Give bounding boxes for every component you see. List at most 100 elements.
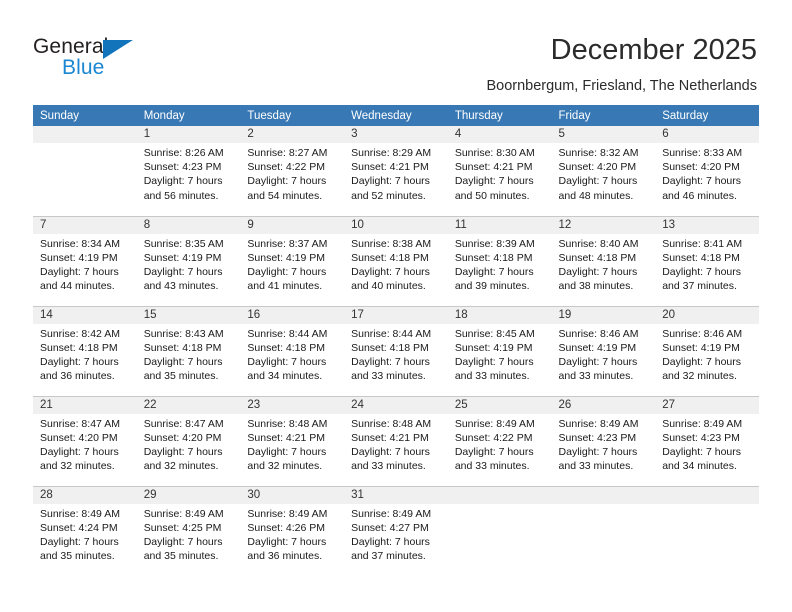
day-number: 15 — [136, 306, 241, 324]
day-cell-inner[interactable]: 9 Sunrise: 8:37 AM Sunset: 4:19 PM Daylight… — [240, 216, 345, 306]
sunrise-line: Sunrise: 8:44 AM — [351, 327, 432, 340]
daylight-line-1: Daylight: 7 hours — [247, 445, 327, 458]
day-cell-inner[interactable] — [655, 486, 759, 576]
daylight-line-1: Daylight: 7 hours — [247, 355, 327, 368]
sunset-line: Sunset: 4:19 PM — [40, 251, 118, 264]
general-blue-logo[interactable]: General Blue — [33, 35, 183, 85]
sunrise-line: Sunrise: 8:44 AM — [247, 327, 328, 340]
day-cell-inner[interactable]: 17 Sunrise: 8:44 AM Sunset: 4:18 PM Dayligh… — [344, 306, 448, 396]
sunset-line: Sunset: 4:23 PM — [558, 431, 637, 444]
sunrise-line: Sunrise: 8:33 AM — [662, 147, 743, 159]
sunrise-line: Sunrise: 8:47 AM — [143, 417, 224, 430]
day-number: 29 — [136, 486, 241, 504]
daylight-line-2: and 44 minutes. — [40, 280, 115, 293]
daylight-line-1: Daylight: 7 hours — [662, 445, 742, 458]
daylight-line-1: Daylight: 7 hours — [351, 175, 430, 188]
day-cell-inner[interactable] — [33, 126, 137, 215]
day-cell-inner[interactable]: 23 Sunrise: 8:48 AM Sunset: 4:21 PM Dayligh… — [240, 396, 345, 486]
sunset-line: Sunset: 4:22 PM — [454, 431, 533, 444]
day-details: Sunrise: 8:47 AM Sunset: 4:20 PM Daylight:… — [33, 414, 137, 474]
day-cell-inner[interactable]: 20 Sunrise: 8:46 AM Sunset: 4:19 PM Dayligh… — [655, 306, 759, 396]
day-cell-inner[interactable]: 14 Sunrise: 8:42 AM Sunset: 4:18 PM Dayligh… — [33, 306, 137, 396]
day-cell-inner[interactable] — [551, 486, 656, 576]
sunrise-line: Sunrise: 8:46 AM — [662, 327, 743, 340]
day-cell-inner[interactable]: 21 Sunrise: 8:47 AM Sunset: 4:20 PM Dayligh… — [33, 396, 137, 486]
daylight-line-2: and 34 minutes. — [662, 460, 737, 473]
day-cell-inner[interactable]: 12 Sunrise: 8:40 AM Sunset: 4:18 PM Dayligh… — [551, 216, 656, 306]
day-details: Sunrise: 8:48 AM Sunset: 4:21 PM Daylight:… — [344, 414, 448, 474]
day-cell: 18 Sunrise: 8:45 AM Sunset: 4:19 PM Dayligh… — [447, 306, 552, 397]
day-cell-inner[interactable]: 4 Sunrise: 8:30 AM Sunset: 4:21 PM Daylight… — [447, 126, 552, 215]
day-cell-inner[interactable]: 24 Sunrise: 8:48 AM Sunset: 4:21 PM Dayligh… — [344, 396, 448, 486]
daylight-line-2: and 36 minutes. — [247, 550, 323, 563]
daylight-line-2: and 33 minutes. — [351, 370, 426, 383]
day-cell-inner[interactable]: 6 Sunrise: 8:33 AM Sunset: 4:20 PM Daylight… — [655, 126, 759, 215]
daylight-line-2: and 52 minutes. — [351, 189, 426, 202]
daylight-line-2: and 36 minutes. — [40, 370, 115, 383]
day-cell-inner[interactable]: 26 Sunrise: 8:49 AM Sunset: 4:23 PM Dayligh… — [551, 396, 656, 486]
day-cell: 26 Sunrise: 8:49 AM Sunset: 4:23 PM Dayligh… — [551, 396, 656, 487]
day-cell-inner[interactable]: 16 Sunrise: 8:44 AM Sunset: 4:18 PM Dayligh… — [240, 306, 345, 396]
day-cell-inner[interactable]: 19 Sunrise: 8:46 AM Sunset: 4:19 PM Dayligh… — [551, 306, 656, 396]
sunset-line: Sunset: 4:27 PM — [351, 521, 429, 534]
sunrise-line: Sunrise: 8:43 AM — [143, 327, 224, 340]
day-cell-inner[interactable]: 28 Sunrise: 8:49 AM Sunset: 4:24 PM Dayligh… — [33, 486, 137, 576]
daylight-line-2: and 46 minutes. — [662, 189, 737, 202]
day-cell-inner[interactable]: 27 Sunrise: 8:49 AM Sunset: 4:23 PM Dayligh… — [655, 396, 759, 486]
day-cell-inner[interactable] — [447, 486, 552, 576]
calendar-week-row: 28 Sunrise: 8:49 AM Sunset: 4:24 PM Dayligh… — [33, 486, 759, 576]
calendar-page: General Blue December 2025 Boornbergum, … — [0, 0, 792, 612]
sunrise-sunset-calendar: Sunday Monday Tuesday Wednesday Thursday… — [33, 105, 759, 576]
daylight-line-2: and 38 minutes. — [558, 280, 634, 293]
day-cell-inner[interactable]: 7 Sunrise: 8:34 AM Sunset: 4:19 PM Daylight… — [33, 216, 137, 306]
day-cell-inner[interactable]: 22 Sunrise: 8:47 AM Sunset: 4:20 PM Dayligh… — [136, 396, 241, 486]
day-cell-inner[interactable]: 2 Sunrise: 8:27 AM Sunset: 4:22 PM Daylight… — [240, 126, 345, 215]
daylight-line-1: Daylight: 7 hours — [143, 535, 223, 548]
day-number: 1 — [136, 126, 241, 143]
calendar-week-row: 7 Sunrise: 8:34 AM Sunset: 4:19 PM Daylight… — [33, 216, 759, 307]
sunrise-line: Sunrise: 8:46 AM — [558, 327, 639, 340]
day-details: Sunrise: 8:49 AM Sunset: 4:27 PM Daylight:… — [344, 504, 448, 564]
day-cell-inner[interactable]: 11 Sunrise: 8:39 AM Sunset: 4:18 PM Dayligh… — [447, 216, 552, 306]
daylight-line-2: and 33 minutes. — [351, 460, 426, 473]
page-header: General Blue December 2025 Boornbergum, … — [0, 0, 792, 100]
daylight-line-1: Daylight: 7 hours — [40, 535, 119, 548]
day-cell-inner[interactable]: 30 Sunrise: 8:49 AM Sunset: 4:26 PM Dayligh… — [240, 486, 345, 576]
daylight-line-1: Daylight: 7 hours — [351, 265, 430, 278]
day-number: 12 — [551, 216, 656, 234]
daylight-line-2: and 34 minutes. — [247, 370, 323, 383]
daylight-line-1: Daylight: 7 hours — [454, 445, 534, 458]
day-cell: 3 Sunrise: 8:29 AM Sunset: 4:21 PM Daylight… — [344, 126, 448, 217]
day-cell-inner[interactable]: 31 Sunrise: 8:49 AM Sunset: 4:27 PM Dayligh… — [344, 486, 448, 576]
day-cell-inner[interactable]: 1 Sunrise: 8:26 AM Sunset: 4:23 PM Daylight… — [136, 126, 241, 215]
day-cell-inner[interactable]: 8 Sunrise: 8:35 AM Sunset: 4:19 PM Daylight… — [136, 216, 241, 306]
weekday-header-wednesday: Wednesday — [344, 105, 448, 126]
day-cell-inner[interactable]: 25 Sunrise: 8:49 AM Sunset: 4:22 PM Dayligh… — [447, 396, 552, 486]
daylight-line-2: and 33 minutes. — [454, 370, 530, 383]
day-number: 21 — [33, 396, 137, 414]
sunset-line: Sunset: 4:18 PM — [247, 341, 326, 354]
day-cell-inner[interactable]: 13 Sunrise: 8:41 AM Sunset: 4:18 PM Dayligh… — [655, 216, 759, 306]
day-cell-inner[interactable]: 15 Sunrise: 8:43 AM Sunset: 4:18 PM Dayligh… — [136, 306, 241, 396]
day-cell-inner[interactable]: 18 Sunrise: 8:45 AM Sunset: 4:19 PM Dayligh… — [447, 306, 552, 396]
daylight-line-1: Daylight: 7 hours — [558, 445, 638, 458]
daylight-line-1: Daylight: 7 hours — [454, 175, 534, 188]
day-number: 22 — [136, 396, 241, 414]
weekday-header-monday: Monday — [136, 105, 241, 126]
daylight-line-1: Daylight: 7 hours — [247, 175, 327, 188]
daylight-line-2: and 32 minutes. — [247, 460, 323, 473]
weekday-header-thursday: Thursday — [447, 105, 552, 126]
day-details: Sunrise: 8:26 AM Sunset: 4:23 PM Daylight:… — [137, 143, 241, 203]
sunset-line: Sunset: 4:19 PM — [143, 251, 222, 264]
day-cell: 1 Sunrise: 8:26 AM Sunset: 4:23 PM Daylight… — [136, 126, 241, 217]
day-cell-inner[interactable]: 3 Sunrise: 8:29 AM Sunset: 4:21 PM Daylight… — [344, 126, 448, 215]
daylight-line-2: and 39 minutes. — [454, 280, 530, 293]
day-cell-inner[interactable]: 29 Sunrise: 8:49 AM Sunset: 4:25 PM Dayligh… — [136, 486, 241, 576]
day-cell-inner[interactable]: 10 Sunrise: 8:38 AM Sunset: 4:18 PM Dayligh… — [344, 216, 448, 306]
day-details: Sunrise: 8:42 AM Sunset: 4:18 PM Daylight:… — [33, 324, 137, 384]
day-cell-inner[interactable]: 5 Sunrise: 8:32 AM Sunset: 4:20 PM Daylight… — [551, 126, 656, 215]
sunset-line: Sunset: 4:20 PM — [40, 431, 118, 444]
day-cell: 16 Sunrise: 8:44 AM Sunset: 4:18 PM Dayligh… — [240, 306, 345, 397]
sunrise-line: Sunrise: 8:38 AM — [351, 237, 432, 250]
day-number: 5 — [551, 126, 656, 143]
